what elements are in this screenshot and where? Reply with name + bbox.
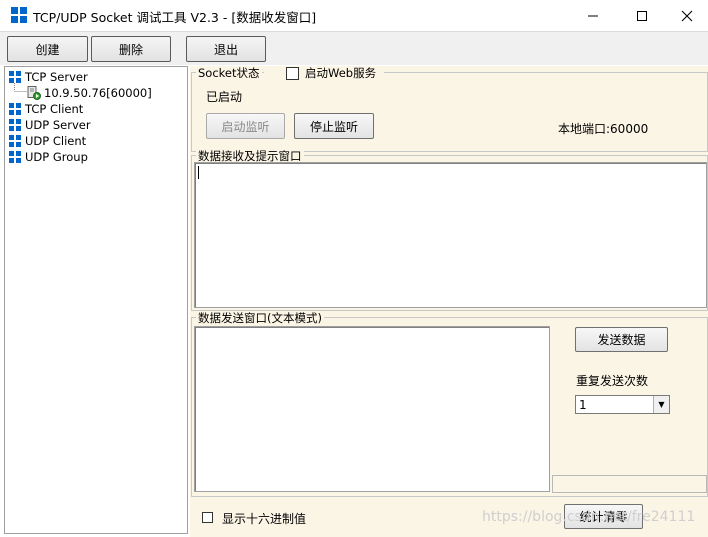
title-bar: TCP/UDP Socket 调试工具 V2.3 - [数据收发窗口] bbox=[0, 0, 708, 31]
detail-panel: Socket状态 启动Web服务 已启动 启动监听 停止监听 本地端口:6000… bbox=[190, 66, 708, 537]
repeat-count-select[interactable]: 1 ▼ bbox=[575, 395, 670, 414]
exit-button[interactable]: 退出 bbox=[186, 36, 266, 62]
tree-item-tcp-client[interactable]: TCP Client bbox=[5, 101, 125, 117]
connection-icon bbox=[27, 86, 41, 100]
tree-item-label: UDP Server bbox=[25, 118, 91, 132]
close-button[interactable] bbox=[664, 0, 708, 31]
maximize-icon bbox=[637, 10, 647, 21]
send-title: 数据发送窗口(文本模式) bbox=[196, 311, 324, 325]
chevron-down-icon[interactable]: ▼ bbox=[653, 396, 669, 413]
tree-item-udp-group[interactable]: UDP Group bbox=[5, 149, 125, 165]
blue-grid-icon bbox=[9, 151, 21, 163]
create-button[interactable]: 创建 bbox=[7, 36, 88, 62]
blue-grid-icon bbox=[9, 103, 21, 115]
socket-status-title: Socket状态 bbox=[196, 66, 262, 80]
start-listen-button[interactable]: 启动监听 bbox=[206, 113, 285, 139]
watermark: https://blog.csdn.net/fre24111 bbox=[482, 509, 696, 525]
minimize-icon bbox=[588, 15, 598, 16]
maximize-button[interactable] bbox=[619, 0, 665, 31]
socket-status-text: 已启动 bbox=[206, 90, 243, 104]
receive-title: 数据接收及提示窗口 bbox=[196, 149, 304, 163]
send-status-field bbox=[552, 475, 707, 493]
delete-button[interactable]: 删除 bbox=[91, 36, 171, 62]
web-service-label: 启动Web服务 bbox=[305, 66, 377, 80]
send-textarea[interactable] bbox=[194, 326, 550, 492]
blue-grid-icon bbox=[9, 135, 21, 147]
repeat-count-value: 1 bbox=[579, 398, 587, 412]
tree-item-label: 10.9.50.76[60000] bbox=[44, 86, 152, 100]
stop-listen-button[interactable]: 停止监听 bbox=[294, 113, 374, 139]
web-service-checkbox[interactable] bbox=[286, 66, 299, 80]
tree-item-label: UDP Group bbox=[25, 150, 88, 164]
tree-item-label: TCP Client bbox=[25, 102, 84, 116]
repeat-count-label: 重复发送次数 bbox=[576, 374, 649, 388]
connection-tree[interactable]: TCP Server 10.9.50.76[60000] TCP Client … bbox=[4, 66, 188, 534]
tree-item-label: TCP Server bbox=[25, 70, 88, 84]
tree-item-udp-client[interactable]: UDP Client bbox=[5, 133, 125, 149]
web-service-option[interactable]: 启动Web服务 bbox=[264, 66, 384, 80]
close-icon bbox=[681, 10, 693, 21]
text-caret bbox=[198, 166, 199, 179]
app-icon bbox=[11, 7, 28, 24]
hex-display-checkbox[interactable] bbox=[202, 512, 213, 523]
blue-grid-icon bbox=[9, 119, 21, 131]
toolbar: 创建 删除 退出 bbox=[0, 31, 708, 65]
socket-status-group bbox=[191, 72, 708, 152]
minimize-button[interactable] bbox=[570, 0, 616, 31]
local-port-label: 本地端口:60000 bbox=[558, 122, 649, 136]
tree-item-udp-server[interactable]: UDP Server bbox=[5, 117, 125, 133]
tree-item-label: UDP Client bbox=[25, 134, 87, 148]
receive-textarea[interactable] bbox=[194, 162, 707, 308]
blue-grid-icon bbox=[9, 71, 21, 83]
send-data-button[interactable]: 发送数据 bbox=[575, 327, 668, 352]
hex-display-label: 显示十六进制值 bbox=[222, 512, 307, 526]
tree-item-connection[interactable]: 10.9.50.76[60000] bbox=[25, 85, 165, 101]
window-title: TCP/UDP Socket 调试工具 V2.3 - [数据收发窗口] bbox=[33, 10, 317, 25]
